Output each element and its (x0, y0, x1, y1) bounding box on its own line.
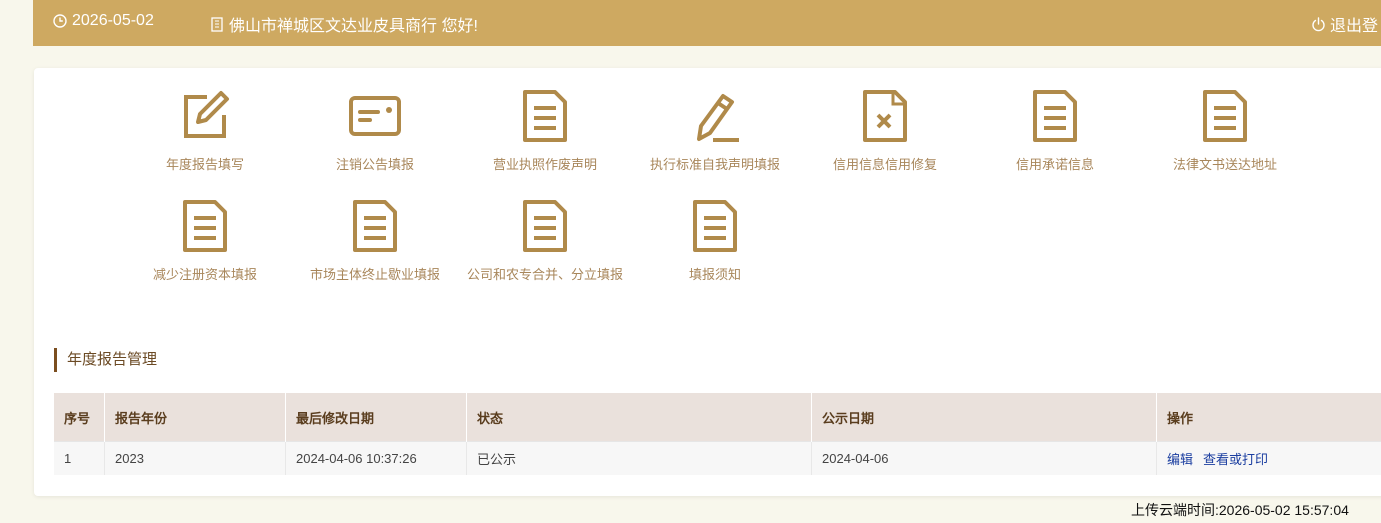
tile-merger-split[interactable]: 公司和农专合并、分立填报 (460, 198, 630, 298)
logout-label: 退出登 (1330, 18, 1379, 35)
document-icon (630, 198, 800, 254)
tile-business-suspension[interactable]: 市场主体终止歇业填报 (290, 198, 460, 298)
tile-standard-declaration[interactable]: 执行标准自我声明填报 (630, 88, 800, 188)
document-icon (460, 88, 630, 144)
main-panel: 年度报告填写 注销公告填报 营业执照作废声明 执行标准自我声明填报 信用信息信用 (34, 68, 1381, 496)
tile-label: 公司和农专合并、分立填报 (466, 267, 623, 282)
col-header-index: 序号 (54, 393, 105, 442)
tile-label: 营业执照作废声明 (492, 157, 597, 172)
table-header-row: 序号 报告年份 最后修改日期 状态 公示日期 操作 (54, 393, 1381, 442)
tile-credit-repair[interactable]: 信用信息信用修复 (800, 88, 970, 188)
tile-label: 注销公告填报 (335, 157, 414, 172)
view-print-link[interactable]: 查看或打印 (1203, 452, 1268, 467)
clock-icon (53, 14, 67, 28)
date-display: 2026-05-02 (53, 12, 154, 30)
document-icon (120, 198, 290, 254)
tile-capital-reduction[interactable]: 减少注册资本填报 (120, 198, 290, 298)
power-icon (1311, 16, 1326, 32)
building-icon (211, 16, 223, 32)
col-header-published: 公示日期 (811, 393, 1157, 442)
upload-time: 上传云端时间:2026-05-02 15:57:04 (1131, 502, 1349, 518)
annual-report-table: 序号 报告年份 最后修改日期 状态 公示日期 操作 1 2023 2024-04… (54, 393, 1381, 475)
tile-label: 信用承诺信息 (1015, 157, 1094, 172)
tile-label: 减少注册资本填报 (152, 267, 257, 282)
top-bar: 2026-05-02 佛山市禅城区文达业皮具商行 您好! 退出登 (33, 0, 1381, 46)
tile-label: 市场主体终止歇业填报 (309, 267, 440, 282)
tile-label: 填报须知 (688, 267, 741, 282)
edit-icon (120, 88, 290, 144)
cell-status: 已公示 (466, 441, 812, 475)
col-header-modified: 最后修改日期 (285, 393, 467, 442)
section-title: 年度报告管理 (54, 348, 157, 372)
edit-link[interactable]: 编辑 (1167, 452, 1193, 467)
tile-credit-commitment[interactable]: 信用承诺信息 (970, 88, 1140, 188)
document-icon (970, 88, 1140, 144)
tile-label: 信用信息信用修复 (832, 157, 937, 172)
cell-published: 2024-04-06 (811, 441, 1157, 475)
tile-filing-notice[interactable]: 填报须知 (630, 198, 800, 298)
tile-label: 执行标准自我声明填报 (649, 157, 780, 172)
tile-legal-address[interactable]: 法律文书送达地址 (1140, 88, 1310, 188)
company-name: 佛山市禅城区文达业皮具商行 您好! (229, 18, 478, 35)
document-icon (1140, 88, 1310, 144)
company-greeting: 佛山市禅城区文达业皮具商行 您好! (211, 12, 478, 36)
cell-year: 2023 (104, 441, 286, 475)
current-date: 2026-05-02 (72, 12, 154, 29)
tile-annual-report[interactable]: 年度报告填写 (120, 88, 290, 188)
tile-cancellation-notice[interactable]: 注销公告填报 (290, 88, 460, 188)
logout-button[interactable]: 退出登 (1311, 12, 1378, 36)
cell-modified: 2024-04-06 10:37:26 (285, 441, 467, 475)
document-icon (460, 198, 630, 254)
col-header-year: 报告年份 (104, 393, 286, 442)
tile-label: 年度报告填写 (165, 157, 244, 172)
cell-index: 1 (54, 441, 105, 475)
tile-license-void[interactable]: 营业执照作废声明 (460, 88, 630, 188)
tile-label: 法律文书送达地址 (1172, 157, 1277, 172)
pencil-icon (630, 88, 800, 144)
cell-actions: 编辑 查看或打印 (1156, 441, 1381, 475)
document-icon (290, 198, 460, 254)
document-x-icon (800, 88, 970, 144)
table-row: 1 2023 2024-04-06 10:37:26 已公示 2024-04-0… (54, 441, 1381, 475)
id-card-icon (290, 88, 460, 144)
col-header-actions: 操作 (1156, 393, 1381, 442)
col-header-status: 状态 (466, 393, 812, 442)
